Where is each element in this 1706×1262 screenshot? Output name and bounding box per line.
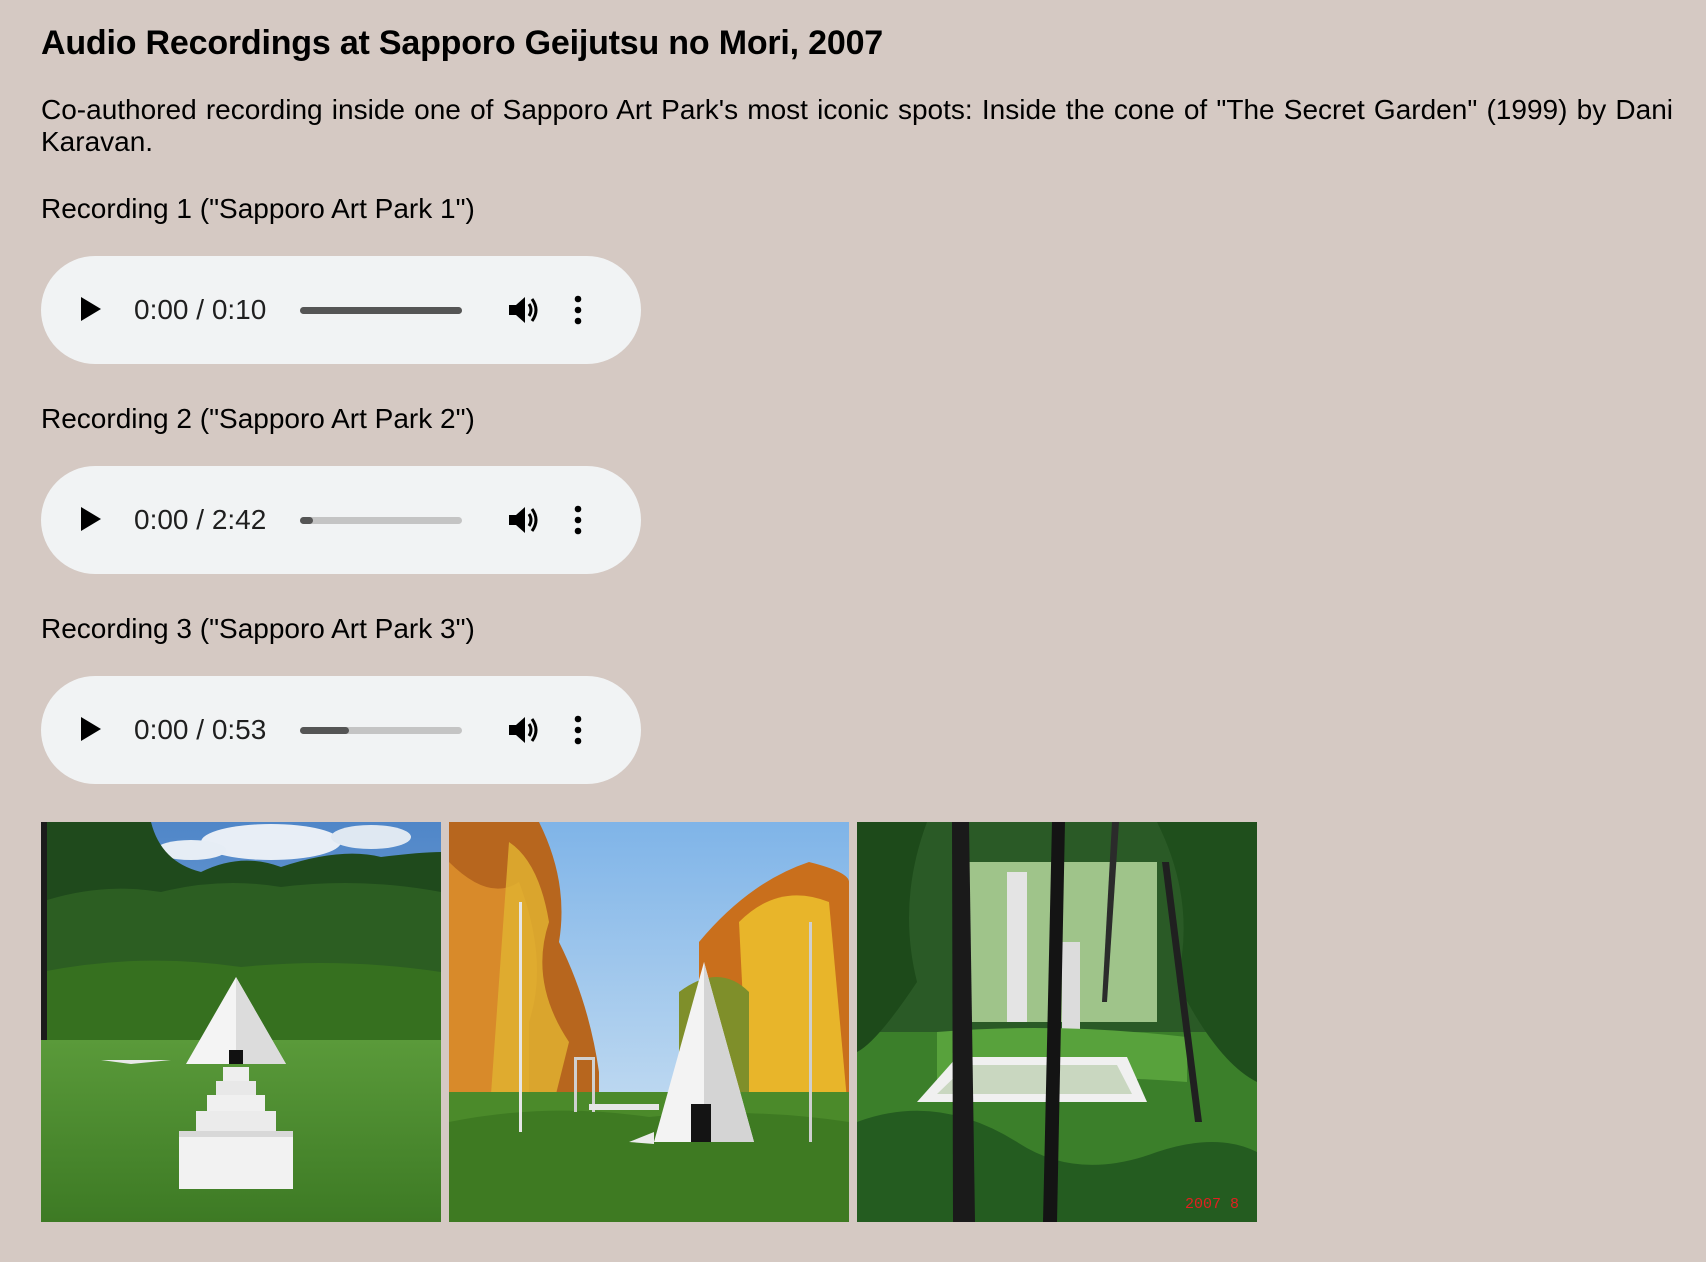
seek-bar-buffered [300, 727, 349, 734]
audio-player-1[interactable]: 0:00 / 0:10 [41, 256, 641, 364]
more-options-icon[interactable] [571, 504, 585, 536]
seek-bar[interactable] [300, 727, 462, 734]
recording-3-label: Recording 3 ("Sapporo Art Park 3") [41, 613, 475, 644]
photo-garden-through-trees: 2007 8 [857, 822, 1257, 1222]
seek-bar-buffered [300, 517, 313, 524]
seek-bar-buffered [300, 307, 462, 314]
time-display: 0:00 / 0:53 [134, 714, 267, 745]
recording-1-label: Recording 1 ("Sapporo Art Park 1") [41, 193, 475, 224]
photo-cone-autumn [449, 822, 849, 1222]
more-options-icon[interactable] [571, 714, 585, 746]
seek-bar[interactable] [300, 517, 462, 524]
volume-icon[interactable] [507, 504, 541, 536]
intro-paragraph: Co-authored recording inside one of Sapp… [41, 94, 1673, 157]
audio-player-2[interactable]: 0:00 / 2:42 [41, 466, 641, 574]
time-display: 0:00 / 2:42 [134, 504, 267, 535]
photo-cone-lawn [41, 822, 441, 1222]
volume-icon[interactable] [507, 714, 541, 746]
seek-bar[interactable] [300, 307, 462, 314]
date-stamp: 2007 8 [1185, 1196, 1239, 1213]
more-options-icon[interactable] [571, 294, 585, 326]
volume-icon[interactable] [507, 294, 541, 326]
recording-2-label: Recording 2 ("Sapporo Art Park 2") [41, 403, 475, 434]
time-display: 0:00 / 0:10 [134, 294, 267, 325]
play-icon[interactable] [81, 507, 101, 531]
play-icon[interactable] [81, 717, 101, 741]
play-icon[interactable] [81, 297, 101, 321]
audio-player-3[interactable]: 0:00 / 0:53 [41, 676, 641, 784]
page-title: Audio Recordings at Sapporo Geijutsu no … [41, 24, 883, 62]
